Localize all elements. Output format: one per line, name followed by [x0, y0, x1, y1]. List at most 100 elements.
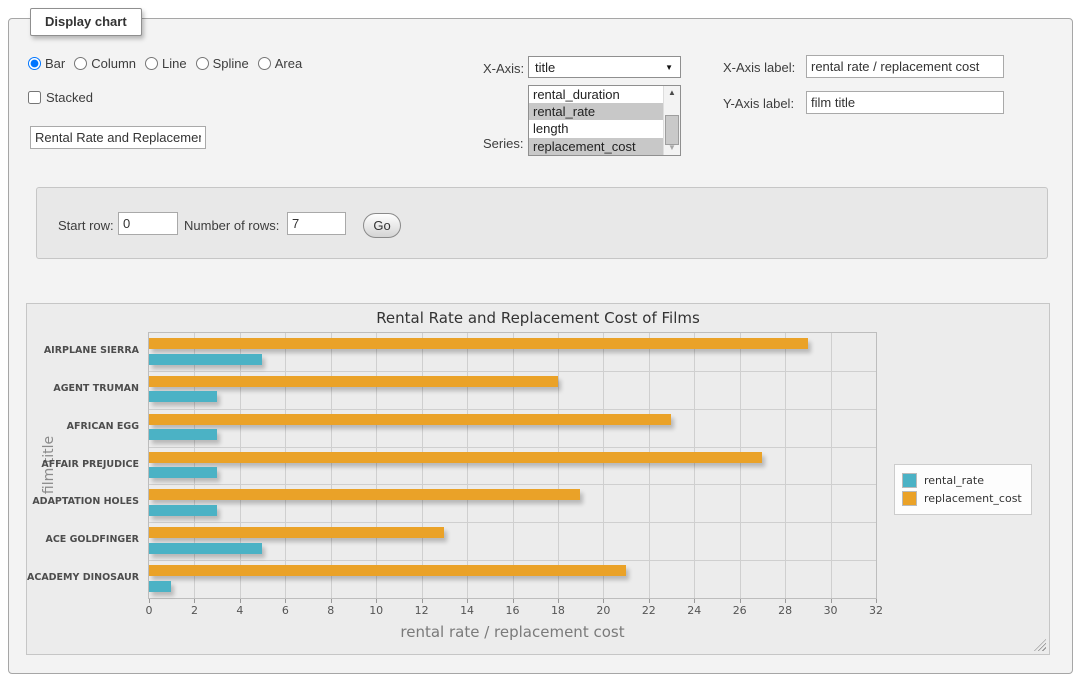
x-tick-label: 18 [533, 604, 583, 617]
scroll-down-icon[interactable]: ▼ [664, 141, 680, 155]
x-tick-mark [240, 599, 241, 603]
bar-replacement_cost [149, 376, 558, 387]
gridline-x [513, 333, 514, 598]
x-tick-label: 12 [397, 604, 447, 617]
chart-type-option-spline[interactable]: Spline [196, 56, 249, 71]
x-axis-title: rental rate / replacement cost [148, 623, 877, 641]
x-tick-label: 30 [806, 604, 856, 617]
category-label: AFRICAN EGG [27, 408, 139, 446]
x-tick-label: 10 [351, 604, 401, 617]
series-options: rental_durationrental_ratelengthreplacem… [529, 86, 663, 155]
chart-type-radio-bar[interactable] [28, 57, 41, 70]
x-tick-label: 8 [306, 604, 356, 617]
gridline-x [240, 333, 241, 598]
x-tick-label: 32 [851, 604, 901, 617]
chart-type-radio-column[interactable] [74, 57, 87, 70]
chart-type-radio-group: Bar Column Line Spline Area [28, 54, 311, 72]
chart-type-label: Column [91, 56, 136, 71]
gridline-x [694, 333, 695, 598]
x-tick-mark [649, 599, 650, 603]
gridline-x [831, 333, 832, 598]
x-axis-select-label: X-Axis: [483, 61, 524, 76]
x-tick-mark [558, 599, 559, 603]
start-row-input[interactable] [118, 212, 178, 235]
gridline-x [331, 333, 332, 598]
chart-type-radio-spline[interactable] [196, 57, 209, 70]
x-axis-label-input[interactable] [806, 55, 1004, 78]
scroll-up-icon[interactable]: ▲ [664, 86, 680, 100]
gridline-y [149, 447, 876, 448]
gridline-y [149, 560, 876, 561]
x-tick-label: 6 [260, 604, 310, 617]
x-tick-label: 0 [124, 604, 174, 617]
y-axis-label-input[interactable] [806, 91, 1004, 114]
chart-legend: rental_rate replacement_cost [894, 464, 1032, 515]
legend-item: rental_rate [902, 473, 1022, 488]
x-tick-mark [876, 599, 877, 603]
stacked-label: Stacked [46, 90, 93, 105]
series-option-rental_rate[interactable]: rental_rate [529, 103, 663, 120]
row-range-panel: Start row: Number of rows: Go [36, 187, 1048, 259]
legend-label: replacement_cost [924, 492, 1022, 505]
series-scrollbar[interactable]: ▲ ▼ [663, 86, 680, 155]
category-label: ACE GOLDFINGER [27, 521, 139, 559]
x-tick-label: 2 [169, 604, 219, 617]
number-of-rows-input[interactable] [287, 212, 346, 235]
stacked-option[interactable]: Stacked [28, 88, 93, 106]
bar-replacement_cost [149, 452, 762, 463]
category-label: AGENT TRUMAN [27, 370, 139, 408]
series-select-label: Series: [483, 136, 523, 151]
series-option-rental_duration[interactable]: rental_duration [529, 86, 663, 103]
gridline-x [649, 333, 650, 598]
x-tick-mark [376, 599, 377, 603]
x-tick-label: 26 [715, 604, 765, 617]
x-tick-label: 28 [760, 604, 810, 617]
x-tick-label: 20 [578, 604, 628, 617]
x-tick-mark [694, 599, 695, 603]
gridline-x [740, 333, 741, 598]
category-label: ACADEMY DINOSAUR [27, 559, 139, 597]
number-of-rows-label: Number of rows: [184, 218, 279, 233]
chart-title-input[interactable] [30, 126, 206, 149]
bar-rental_rate [149, 543, 262, 554]
chart-type-radio-line[interactable] [145, 57, 158, 70]
chart-type-option-column[interactable]: Column [74, 56, 136, 71]
chart-title: Rental Rate and Replacement Cost of Film… [27, 309, 1049, 327]
gridline-x [467, 333, 468, 598]
x-tick-mark [831, 599, 832, 603]
chart-type-label: Area [275, 56, 302, 71]
bar-rental_rate [149, 467, 217, 478]
gridline-y [149, 484, 876, 485]
chart-type-label: Bar [45, 56, 65, 71]
legend-swatch-replacement_cost [902, 491, 917, 506]
x-tick-mark [149, 599, 150, 603]
x-tick-mark [194, 599, 195, 603]
bar-replacement_cost [149, 414, 671, 425]
legend-swatch-rental_rate [902, 473, 917, 488]
chart-type-radio-area[interactable] [258, 57, 271, 70]
series-option-replacement_cost[interactable]: replacement_cost [529, 138, 663, 155]
bar-replacement_cost [149, 338, 808, 349]
stacked-checkbox[interactable] [28, 91, 41, 104]
series-option-length[interactable]: length [529, 120, 663, 137]
gridline-x [376, 333, 377, 598]
gridline-x [194, 333, 195, 598]
gridline-x [603, 333, 604, 598]
x-axis-selected-value: title [535, 60, 555, 75]
series-multiselect[interactable]: rental_durationrental_ratelengthreplacem… [528, 85, 681, 156]
bar-replacement_cost [149, 527, 444, 538]
display-chart-legend: Display chart [30, 8, 142, 36]
go-button[interactable]: Go [363, 213, 401, 238]
x-axis-select[interactable]: title ▼ [528, 56, 681, 78]
chart-panel: Rental Rate and Replacement Cost of Film… [26, 303, 1050, 655]
chart-type-option-line[interactable]: Line [145, 56, 187, 71]
bar-rental_rate [149, 354, 262, 365]
plot-area [148, 332, 877, 599]
chart-type-option-area[interactable]: Area [258, 56, 302, 71]
x-tick-mark [740, 599, 741, 603]
resize-handle-icon[interactable] [1034, 639, 1046, 651]
chart-type-option-bar[interactable]: Bar [28, 56, 65, 71]
bar-rental_rate [149, 581, 171, 592]
x-tick-mark [467, 599, 468, 603]
bar-rental_rate [149, 429, 217, 440]
